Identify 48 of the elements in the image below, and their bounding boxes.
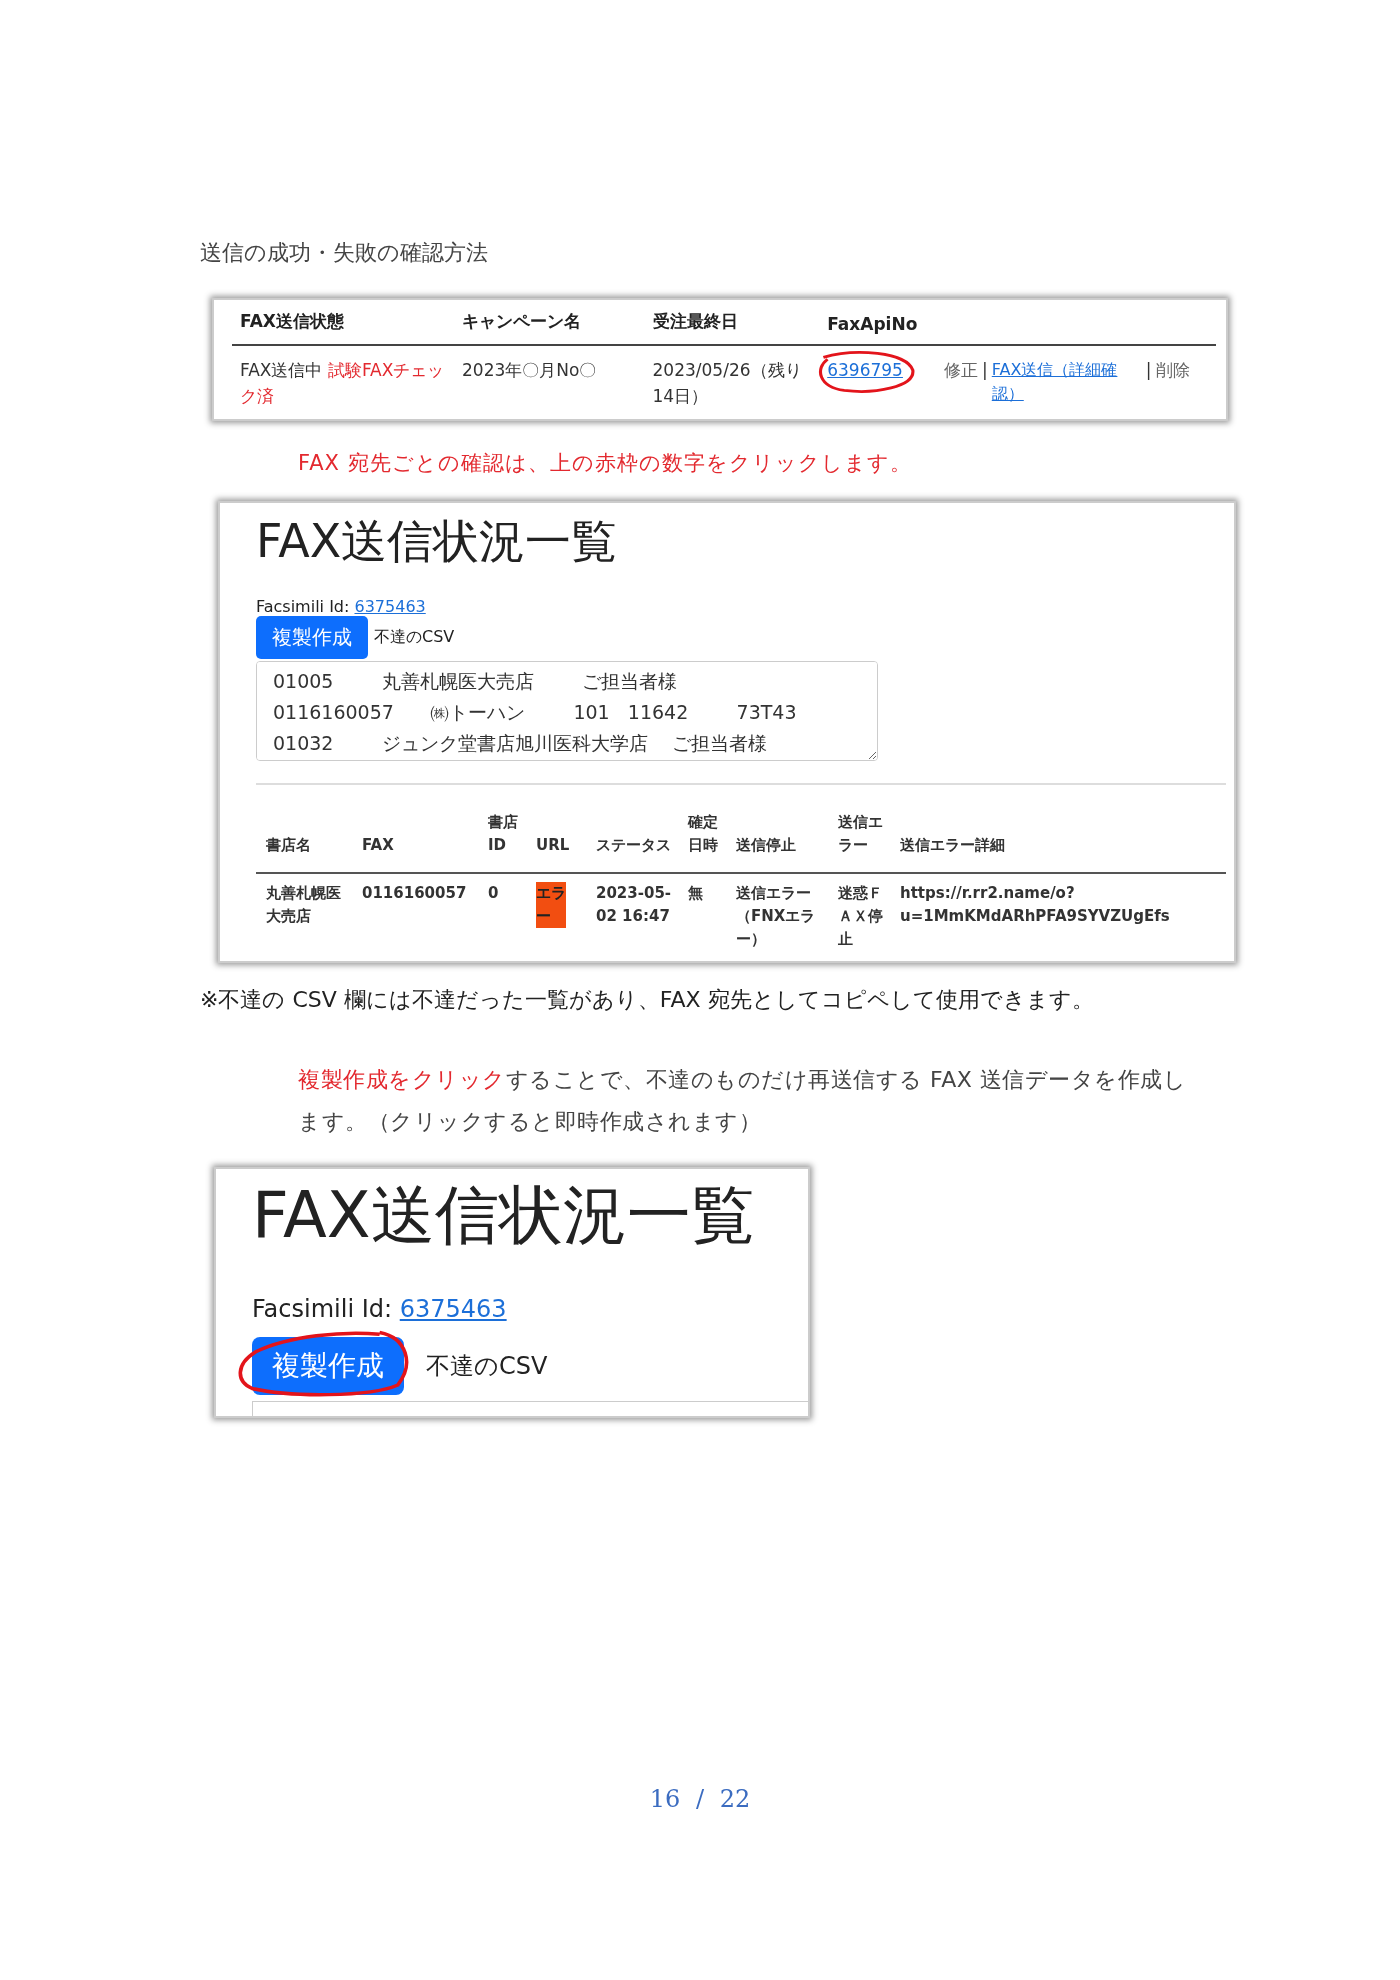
id-label: Facsimili Id: [252,1295,393,1324]
table-cell: 無 [678,872,726,954]
csv-text-area[interactable] [252,1401,808,1417]
page-title: FAX送信状況一覧 [252,1177,756,1255]
facsimili-id-link[interactable]: 6375463 [354,597,426,616]
page-title: FAX送信状況一覧 [256,513,619,570]
table-cell: https://r.rr2.name/o?u=1MmKMdARhPFA9SYVZUgEfs [890,872,1226,954]
action-text[interactable]: 修正 [944,360,979,380]
csv-text-area[interactable]: 01005 丸善札幌医大売店 ご担当者様 0116160057 ㈱トーハン 101 11642 73T43 01032 ジュンク堂書店旭川医科大学店 ご担当者様 [256,661,878,761]
instruction-note: FAX 宛先ごとの確認は、上の赤枠の数字をクリックします。 [298,450,913,477]
column-header: 受注最終日 [644,300,820,345]
column-header: ステータス [586,807,678,873]
copy-create-button[interactable]: 複製作成 [252,1337,404,1396]
column-header: FaxApiNo [819,300,937,345]
table-cell: 2023-05-02 16:47 [586,872,678,954]
table-cell: 2023/05/26（残り14日） [644,345,820,413]
separator-text: | [982,360,988,380]
send-detail-link[interactable]: FAX送信（詳細確認） [991,358,1142,406]
id-label: Facsimili Id: [256,597,350,616]
section-heading: 送信の成功・失敗の確認方法 [200,239,489,267]
column-header: FAX送信状態 [232,300,455,345]
table-cell: 0116160057 [352,872,478,954]
column-header: 書店名 [256,807,352,873]
facsimili-id-link[interactable]: 6375463 [399,1295,507,1324]
copy-create-button[interactable]: 複製作成 [256,616,368,659]
column-header: 書店ID [478,807,526,873]
column-header: 確定日時 [678,807,726,873]
column-header: 送信停止 [726,807,828,873]
table-cell: 丸善札幌医大売店 [256,872,352,954]
column-header: キャンペーン名 [454,300,645,345]
table-cell: 迷惑ＦＡＸ停止 [828,872,890,954]
column-header: 送信エラー [828,807,890,873]
note-text: ※不達の CSV 欄には不達だった一覧があり、FAX 宛先としてコピペして使用できます。 [200,986,1095,1015]
column-header: URL [526,807,586,873]
separator-text: | [1145,360,1152,380]
table-cell: 2023年〇月No〇 [454,345,645,413]
page-number: 16 / 22 [648,1785,752,1813]
table-cell: 送信エラー（FNXエラー） [726,872,828,954]
action-text[interactable]: 削除 [1155,360,1190,380]
csv-label: 不達のCSV [374,627,455,648]
csv-label: 不達のCSV [426,1351,548,1383]
url-status-text: エラー [536,881,566,928]
column-header: FAX [352,807,478,873]
faxapino-link[interactable]: 6396795 [827,360,903,380]
table-cell: FAX送信中 試験FAXチェック済 [232,345,455,413]
instruction-paragraph: 複製作成をクリック することで、不達のものだけ再送信する FAX 送信データを作成します。（クリックすると即時作成されます） [298,1066,1188,1137]
column-header: 送信エラー詳細 [890,807,1226,873]
table-cell: 0 [478,872,526,954]
